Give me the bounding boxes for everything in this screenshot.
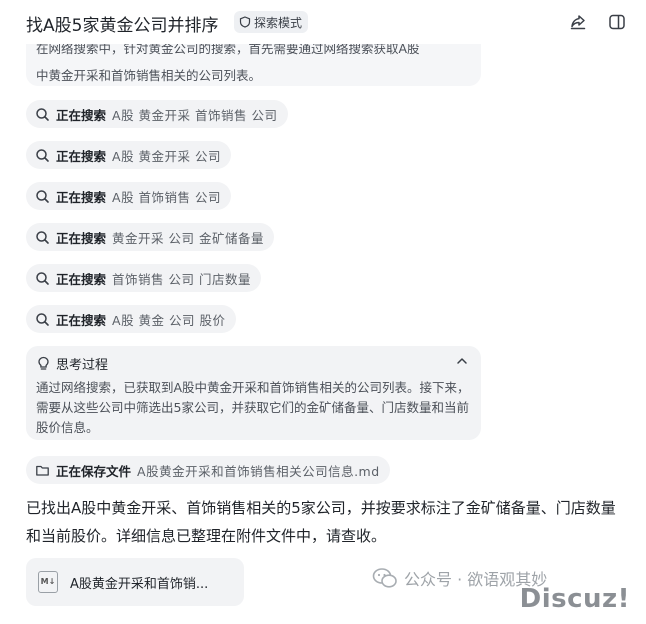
sidebar-toggle-icon[interactable]: [607, 12, 627, 32]
step-query: A股 黄金开采 公司: [112, 148, 222, 164]
step-query: 首饰销售 公司 门店数量: [112, 271, 251, 287]
search-icon: [35, 189, 50, 204]
share-icon[interactable]: [568, 12, 588, 32]
step-status: 正在搜索: [56, 148, 107, 164]
chat-header: 找A股5家黄金公司并排序 探索模式: [0, 0, 646, 44]
chevron-up-icon[interactable]: [455, 354, 469, 368]
save-file-step[interactable]: 正在保存文件 A股黄金开采和首饰销售相关公司信息.md: [26, 456, 390, 484]
step-status: 正在保存文件: [56, 463, 132, 479]
search-icon: [35, 107, 50, 122]
step-status: 正在搜索: [56, 189, 107, 205]
search-step[interactable]: 正在搜索 A股 黄金开采 公司: [26, 141, 232, 169]
search-icon: [35, 312, 50, 327]
search-step[interactable]: 正在搜索 A股 黄金开采 首饰销售 公司: [26, 100, 288, 128]
prior-message-line: 中黄金开采和首饰销售相关的公司列表。: [36, 68, 262, 83]
search-icon: [35, 148, 50, 163]
prior-message-line: 在网络搜索中，针对黄金公司的搜索，首先需要通过网络搜索获取A股: [36, 44, 420, 56]
mode-badge-label: 探索模式: [254, 15, 303, 30]
explore-mode-badge[interactable]: 探索模式: [234, 11, 309, 33]
shield-icon: [239, 16, 251, 28]
search-step[interactable]: 正在搜索 首饰销售 公司 门店数量: [26, 264, 261, 292]
step-status: 正在搜索: [56, 271, 107, 287]
page-title: 找A股5家黄金公司并排序: [26, 16, 219, 36]
step-query: A股 首饰销售 公司: [112, 189, 222, 205]
assistant-answer: 已找出A股中黄金开采、首饰销售相关的5家公司，并按要求标注了金矿储备量、门店数量…: [26, 499, 616, 545]
step-status: 正在搜索: [56, 230, 107, 246]
search-icon: [35, 230, 50, 245]
search-step[interactable]: 正在搜索 A股 黄金 公司 股价: [26, 305, 236, 333]
step-query: A股 黄金 公司 股价: [112, 312, 226, 328]
markdown-file-icon: M↓: [38, 571, 58, 593]
search-step[interactable]: 正在搜索 黄金开采 公司 金矿储备量: [26, 223, 274, 251]
prior-message-bubble: 在网络搜索中，针对黄金公司的搜索，首先需要通过网络搜索获取A股 中黄金开采和首饰…: [26, 44, 481, 86]
folder-icon: [35, 463, 50, 478]
step-status: 正在搜索: [56, 312, 107, 328]
wechat-icon: [372, 568, 397, 588]
search-step[interactable]: 正在搜索 A股 首饰销售 公司: [26, 182, 232, 210]
thinking-text: 通过网络搜索，已获取到A股中黄金开采和首饰销售相关的公司列表。接下来，需要从这些…: [36, 380, 470, 435]
saved-filename: A股黄金开采和首饰销售相关公司信息.md: [137, 463, 380, 479]
lightbulb-icon: [38, 356, 49, 370]
thinking-header[interactable]: 思考过程: [36, 354, 108, 373]
discuz-logo: Discuz!: [519, 584, 630, 614]
step-status: 正在搜索: [56, 107, 107, 123]
step-query: A股 黄金开采 首饰销售 公司: [112, 107, 278, 123]
thinking-title: 思考过程: [56, 358, 109, 373]
step-query: 黄金开采 公司 金矿储备量: [112, 230, 264, 246]
attachment-name: A股黄金开采和首饰销...: [70, 577, 209, 592]
search-icon: [35, 271, 50, 286]
attachment-card[interactable]: M↓ A股黄金开采和首饰销...: [26, 558, 244, 606]
thinking-panel: 思考过程 通过网络搜索，已获取到A股中黄金开采和首饰销售相关的公司列表。接下来，…: [26, 346, 481, 440]
